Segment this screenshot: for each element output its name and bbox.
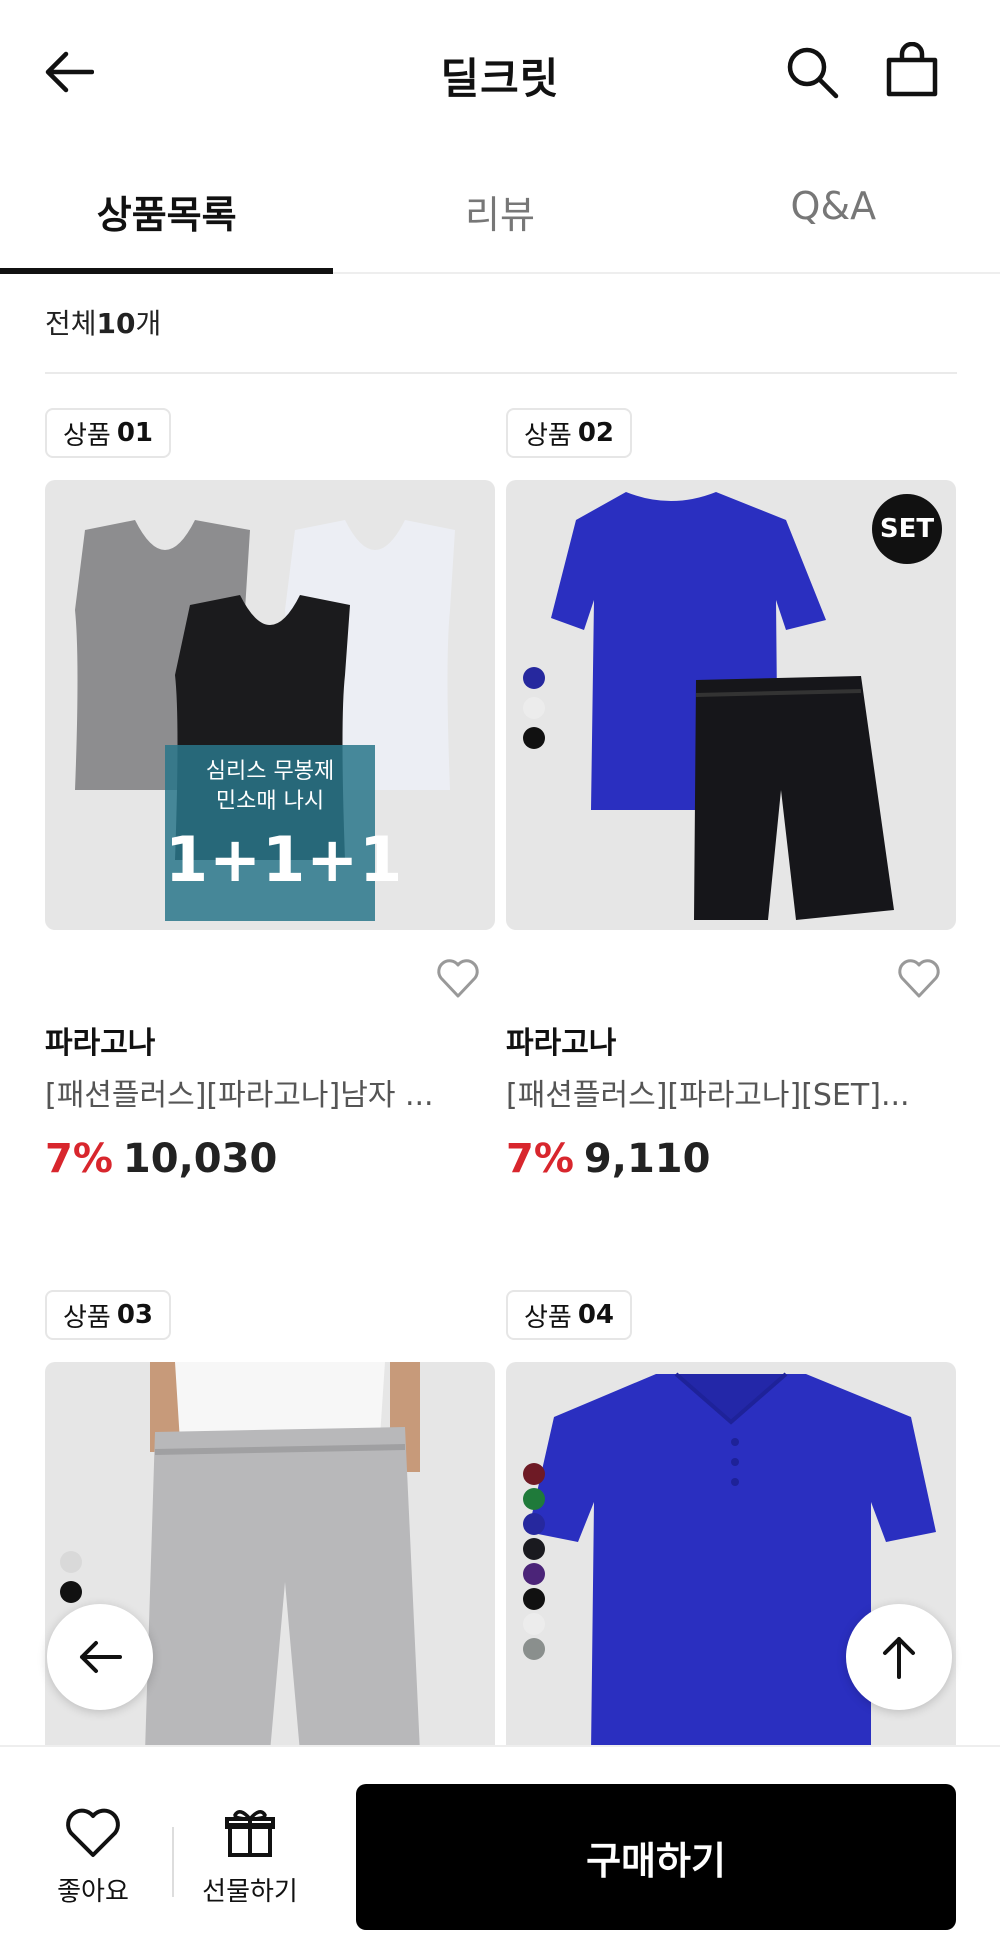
like-label: 좋아요 <box>57 1877 129 1907</box>
product-name[interactable]: [패션플러스][파라고나]남자 ... <box>45 1070 475 1114</box>
badge-number: 04 <box>577 1300 615 1330</box>
discount-rate: 7% <box>506 1136 574 1182</box>
promo-line-1: 심리스 무봉제 <box>205 759 335 784</box>
product-image[interactable]: 심리스 무봉제 민소매 나시 1+1+1 <box>45 480 495 930</box>
badge-label: 상품 <box>63 420 111 451</box>
count-number: 10 <box>96 307 136 340</box>
tab-reviews[interactable]: 리뷰 <box>333 160 666 272</box>
page-title: 딜크릿 <box>440 54 560 103</box>
product-card-01[interactable]: 상품 01 심리스 무봉제 민소매 나시 1+1+1 파라고나 [패션플러스][파… <box>45 408 495 1208</box>
product-number-badge: 상품 02 <box>506 408 633 458</box>
product-number-badge: 상품 04 <box>506 1290 633 1340</box>
badge-number: 03 <box>116 1300 154 1330</box>
tab-product-list[interactable]: 상품목록 <box>0 160 334 274</box>
arrow-left-icon <box>80 1641 122 1673</box>
divider <box>45 372 957 374</box>
count-prefix: 전체 <box>45 307 97 340</box>
promo-label: 심리스 무봉제 민소매 나시 1+1+1 <box>165 745 404 921</box>
count-suffix: 개 <box>135 307 162 340</box>
app-header: 딜크릿 <box>0 0 1000 145</box>
buy-button[interactable]: 구매하기 <box>356 1784 956 1930</box>
heart-icon[interactable] <box>896 956 942 1002</box>
product-name[interactable]: [패션플러스][파라고나][SET]... <box>506 1070 936 1114</box>
cart-button[interactable] <box>880 38 944 102</box>
product-number-badge: 상품 03 <box>45 1290 172 1340</box>
heart-icon <box>66 1808 120 1857</box>
heart-icon[interactable] <box>435 956 481 1002</box>
bottom-action-bar: 좋아요 선물하기 구매하기 <box>0 1745 1000 1960</box>
set-badge: SET <box>872 494 942 564</box>
badge-label: 상품 <box>524 1302 572 1333</box>
scroll-to-top-button[interactable] <box>846 1604 952 1710</box>
product-brand: 파라고나 <box>506 1026 617 1061</box>
product-price: 9,110 <box>583 1136 711 1182</box>
gift-icon <box>225 1810 275 1857</box>
divider <box>172 1827 174 1897</box>
tab-bar: 상품목록 리뷰 Q&A <box>0 160 1000 274</box>
tab-qna[interactable]: Q&A <box>667 160 1000 272</box>
product-image[interactable]: SET <box>506 480 956 930</box>
like-button[interactable]: 좋아요 <box>38 1807 148 1908</box>
promo-line-2: 민소매 나시 <box>215 789 325 814</box>
badge-number: 02 <box>577 418 615 448</box>
price-row: 7% 9,110 <box>506 1136 710 1182</box>
shopping-bag-icon <box>886 42 938 97</box>
badge-number: 01 <box>116 418 154 448</box>
promo-big-text: 1+1+1 <box>165 823 404 896</box>
product-count: 전체10개 <box>45 302 161 342</box>
product-price: 10,030 <box>122 1136 278 1182</box>
search-button[interactable] <box>780 40 844 104</box>
discount-rate: 7% <box>45 1136 113 1182</box>
product-card-02[interactable]: 상품 02 SET 파라고나 [패션플러스][파라고나][SET]... 7% 9,… <box>506 408 956 1208</box>
badge-label: 상품 <box>524 420 572 451</box>
gift-label: 선물하기 <box>202 1877 298 1907</box>
gift-button[interactable]: 선물하기 <box>190 1807 310 1908</box>
badge-label: 상품 <box>63 1302 111 1333</box>
arrow-up-icon <box>883 1637 915 1679</box>
price-row: 7% 10,030 <box>45 1136 277 1182</box>
product-number-badge: 상품 01 <box>45 408 172 458</box>
product-brand: 파라고나 <box>45 1026 156 1061</box>
search-icon <box>787 47 839 99</box>
previous-button[interactable] <box>47 1604 153 1710</box>
